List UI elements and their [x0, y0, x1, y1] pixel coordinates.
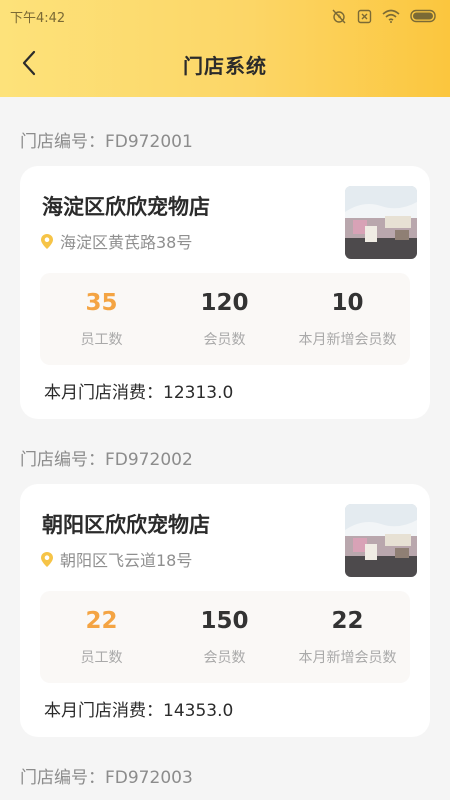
app-header: 下午4:42 门店系统 — [0, 0, 450, 97]
stat-employees-value: 35 — [85, 290, 118, 316]
stat-new-members-label: 本月新增会员数 — [298, 332, 397, 348]
stat-new-members-value: 22 — [331, 608, 364, 634]
store-photo[interactable] — [345, 186, 417, 259]
store-card[interactable]: 海淀区欣欣宠物店 海淀区黄芪路38号 35 员工数 120 会员数 10 本月新… — [20, 166, 430, 419]
stat-members: 120 会员数 — [163, 273, 286, 365]
back-button[interactable] — [14, 48, 44, 78]
stat-members-value: 150 — [200, 608, 249, 634]
stat-new-members: 22 本月新增会员数 — [286, 591, 409, 683]
stat-new-members: 10 本月新增会员数 — [286, 273, 409, 365]
monthly-spend: 本月门店消费：14353.0 — [44, 701, 234, 721]
no-sim-icon — [357, 9, 372, 23]
location-pin-icon — [41, 233, 53, 249]
page-title: 门店系统 — [183, 54, 267, 78]
stat-members: 150 会员数 — [163, 591, 286, 683]
stat-new-members-label: 本月新增会员数 — [298, 650, 397, 666]
store-address: 朝阳区飞云道18号 — [40, 547, 192, 571]
stat-members-label: 会员数 — [203, 650, 246, 666]
status-icons — [331, 8, 438, 24]
store-stats: 22 员工数 150 会员数 22 本月新增会员数 — [40, 591, 410, 683]
store-name: 海淀区欣欣宠物店 — [42, 195, 210, 219]
status-bar: 下午4:42 — [0, 0, 450, 32]
monthly-spend: 本月门店消费：12313.0 — [44, 383, 234, 403]
store-id-label: 门店编号：FD972001 — [20, 132, 193, 152]
stat-employees-label: 员工数 — [80, 650, 123, 666]
status-time: 下午4:42 — [10, 10, 66, 26]
stat-employees-label: 员工数 — [80, 332, 123, 348]
location-pin-icon — [41, 551, 53, 567]
store-stats: 35 员工数 120 会员数 10 本月新增会员数 — [40, 273, 410, 365]
stat-new-members-value: 10 — [331, 290, 364, 316]
store-address: 海淀区黄芪路38号 — [40, 229, 192, 253]
store-address-text: 海淀区黄芪路38号 — [60, 233, 193, 252]
store-id-label: 门店编号：FD972003 — [20, 768, 193, 788]
battery-icon — [410, 9, 436, 23]
stat-members-value: 120 — [200, 290, 249, 316]
stat-employees: 35 员工数 — [40, 273, 163, 365]
store-card[interactable]: 朝阳区欣欣宠物店 朝阳区飞云道18号 22 员工数 150 会员数 22 本月新… — [20, 484, 430, 737]
store-address-text: 朝阳区飞云道18号 — [60, 551, 193, 570]
chevron-left-icon — [22, 50, 36, 76]
stat-employees: 22 员工数 — [40, 591, 163, 683]
store-name: 朝阳区欣欣宠物店 — [42, 513, 210, 537]
store-photo[interactable] — [345, 504, 417, 577]
alarm-off-icon — [332, 9, 346, 24]
wifi-icon — [382, 9, 400, 23]
stat-members-label: 会员数 — [203, 332, 246, 348]
store-id-label: 门店编号：FD972002 — [20, 450, 193, 470]
stat-employees-value: 22 — [85, 608, 118, 634]
nav-bar: 门店系统 — [0, 32, 450, 97]
